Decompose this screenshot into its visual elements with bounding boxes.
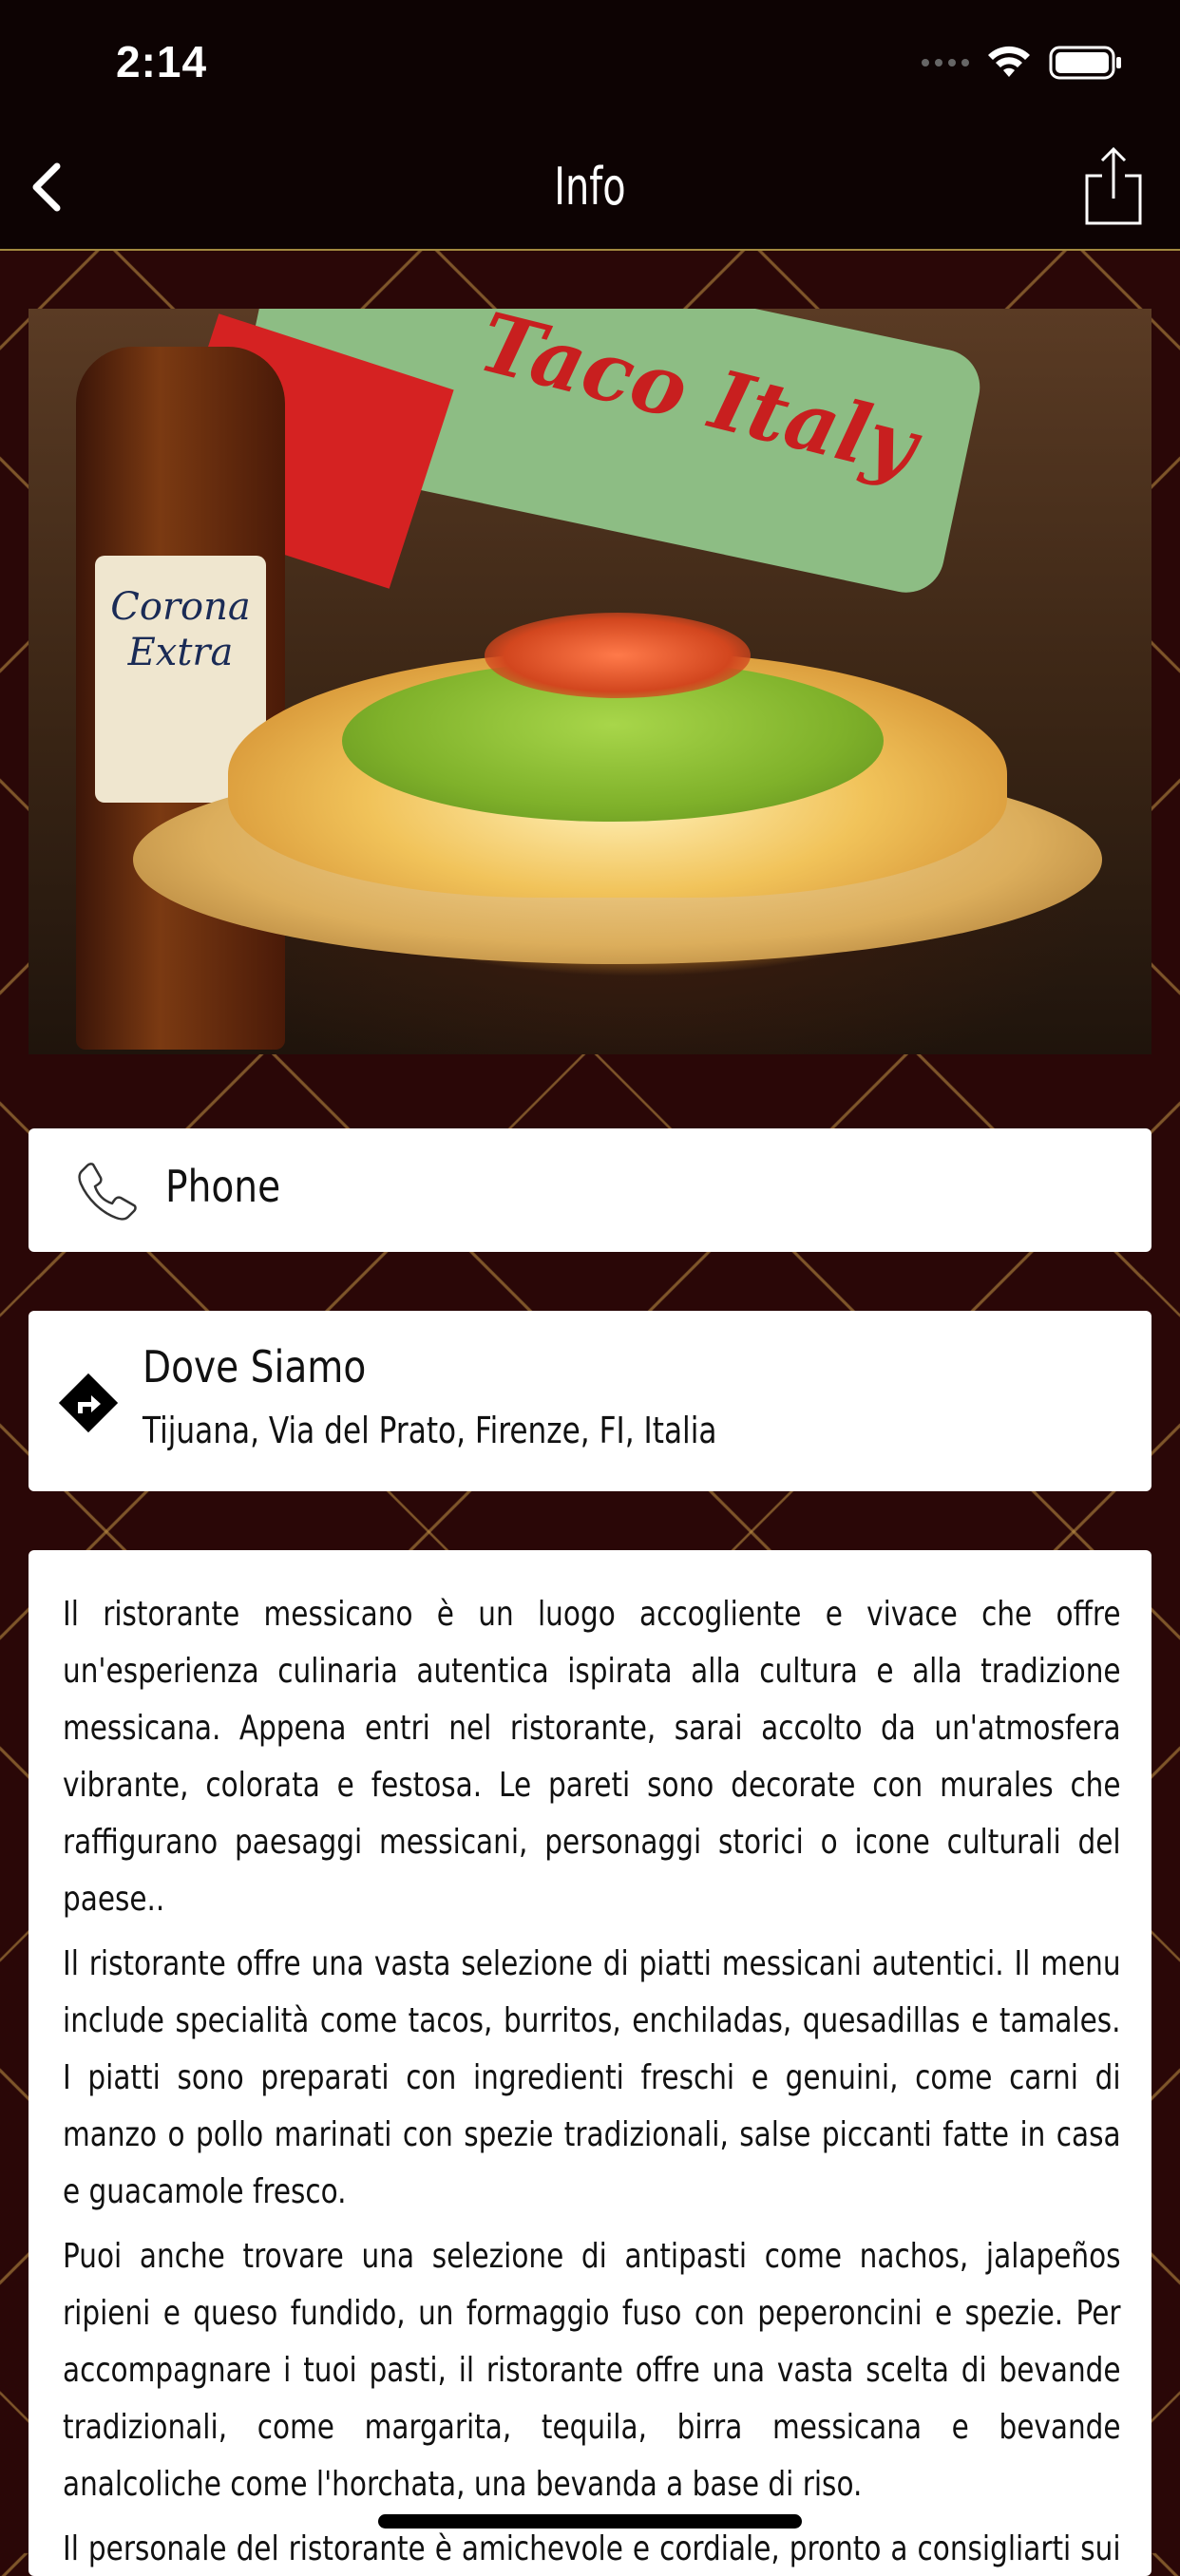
description-paragraph: Il ristorante messicano è un luogo accog… (63, 1595, 1121, 1919)
status-time: 2:14 (116, 37, 208, 86)
signal-icon (922, 59, 969, 66)
restaurant-hero-image: Taco Italy Corona Extra (29, 309, 1151, 1054)
home-indicator[interactable] (378, 2514, 802, 2529)
page-title: Info (554, 157, 626, 217)
phone-card[interactable]: Phone (29, 1128, 1151, 1252)
description-paragraph: Puoi anche trovare una selezione di anti… (63, 2237, 1121, 2504)
battery-icon (1049, 46, 1121, 80)
description-paragraph: Il ristorante offre una vasta selezione … (63, 1944, 1121, 2211)
description-paragraph: Il personale del ristorante è amichevole… (63, 2529, 1121, 2568)
directions-icon (58, 1373, 119, 1433)
status-bar: 2:14 (0, 0, 1180, 128)
address-text: Tijuana, Via del Prato, Firenze, FI, Ita… (143, 1410, 717, 1451)
beer-bottle: Corona Extra (76, 347, 285, 1050)
wifi-icon (988, 46, 1030, 77)
status-icons (922, 44, 1123, 82)
share-icon[interactable] (1079, 143, 1148, 229)
address-title: Dove Siamo (143, 1341, 367, 1392)
address-card[interactable]: Dove Siamo Tijuana, Via del Prato, Firen… (29, 1311, 1151, 1491)
back-icon[interactable] (17, 153, 84, 221)
salsa (485, 613, 751, 698)
description-body: Il ristorante messicano è un luogo accog… (63, 1586, 1121, 2576)
bottle-label-text: Corona Extra (110, 585, 251, 674)
phone-label: Phone (165, 1161, 281, 1212)
phone-icon (78, 1163, 137, 1221)
navigation-bar: Info (0, 128, 1180, 251)
description-card: Il ristorante messicano è un luogo accog… (29, 1550, 1151, 2576)
